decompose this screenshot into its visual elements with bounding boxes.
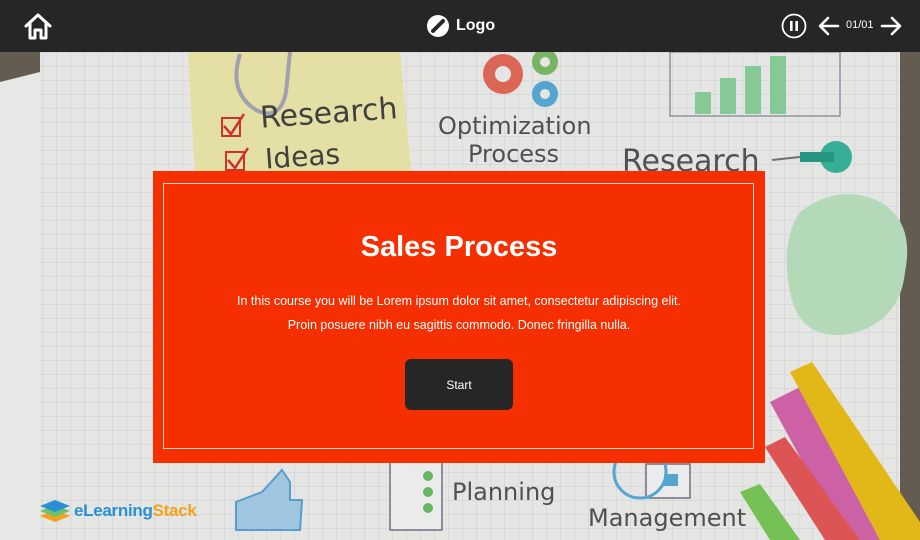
arrow-right-icon[interactable] (880, 15, 902, 37)
logo: Logo (426, 13, 495, 39)
brand-name-part1: eLearning (74, 501, 153, 520)
description-line-1: In this course you will be Lorem ipsum d… (237, 294, 681, 308)
logo-text: Logo (456, 17, 496, 34)
course-title: Sales Process (360, 231, 558, 263)
start-button[interactable]: Start (405, 359, 513, 410)
intro-card: Sales Process In this course you will be… (153, 171, 765, 463)
course-description: In this course you will be Lorem ipsum d… (153, 289, 765, 337)
home-icon[interactable] (22, 11, 54, 41)
description-line-2: Proin posuere nibh eu sagittis commodo. … (287, 318, 631, 332)
stack-books-icon (38, 496, 72, 526)
brand-name-part2: Stack (152, 501, 197, 520)
logo-mark-icon (426, 14, 450, 38)
brand-logo: eLearningStack (38, 496, 197, 526)
brand-name: eLearningStack (74, 501, 197, 521)
page-counter: 01/01 (846, 19, 874, 31)
arrow-left-icon[interactable] (818, 15, 840, 37)
pause-icon[interactable] (781, 13, 807, 39)
top-bar: Logo 01/01 (0, 0, 920, 52)
